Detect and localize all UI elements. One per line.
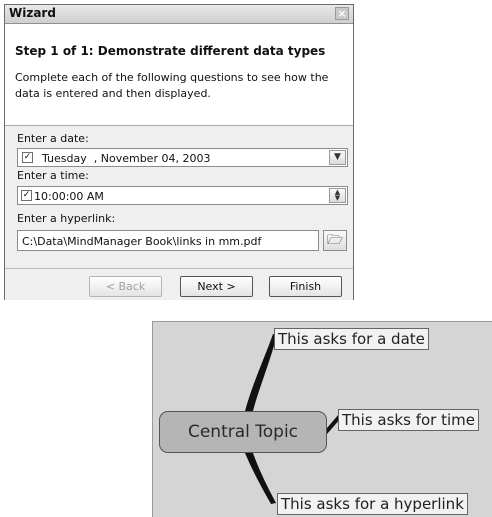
central-topic[interactable]: Central Topic bbox=[159, 411, 327, 453]
close-icon[interactable]: × bbox=[335, 7, 349, 20]
next-button[interactable]: Next > bbox=[180, 276, 253, 297]
subtopic-date[interactable]: This asks for a date bbox=[274, 328, 429, 350]
up-down-spinner-icon[interactable]: ▲ ▼ bbox=[329, 188, 346, 203]
subtopic-hyperlink[interactable]: This asks for a hyperlink bbox=[277, 493, 468, 515]
connector-date bbox=[245, 334, 277, 411]
time-label: Enter a time: bbox=[17, 169, 89, 182]
back-button[interactable]: < Back bbox=[89, 276, 162, 297]
hyperlink-input[interactable]: C:\Data\MindManager Book\links in mm.pdf bbox=[17, 230, 319, 251]
wizard-dialog: Wizard × Step 1 of 1: Demonstrate differ… bbox=[4, 4, 354, 300]
hyperlink-label: Enter a hyperlink: bbox=[17, 212, 116, 225]
time-checkbox[interactable]: ✓ bbox=[21, 190, 32, 201]
window-title: Wizard bbox=[9, 6, 56, 20]
open-folder-icon: 🗁 bbox=[326, 233, 344, 248]
checkmark-icon: ✓ bbox=[22, 190, 31, 200]
date-label: Enter a date: bbox=[17, 132, 89, 145]
date-value: Tuesday , November 04, 2003 bbox=[42, 152, 211, 165]
browse-button[interactable]: 🗁 bbox=[323, 230, 347, 251]
mindmap-canvas: Central Topic This asks for a date This … bbox=[152, 321, 492, 517]
title-bar: Wizard × bbox=[5, 5, 353, 24]
date-checkbox[interactable]: ✓ bbox=[22, 152, 33, 163]
date-picker[interactable]: ✓ Tuesday , November 04, 2003 ▼ bbox=[17, 148, 348, 167]
chevron-down-icon[interactable]: ▼ bbox=[329, 150, 346, 165]
subtopic-time[interactable]: This asks for time bbox=[338, 409, 479, 431]
step-description: Complete each of the following questions… bbox=[15, 71, 329, 100]
wizard-footer: < Back Next > Finish bbox=[5, 268, 353, 300]
wizard-header: Step 1 of 1: Demonstrate different data … bbox=[5, 24, 353, 126]
finish-button[interactable]: Finish bbox=[269, 276, 342, 297]
time-picker[interactable]: ✓ 10:00:00 AM ▲ ▼ bbox=[17, 186, 348, 205]
checkmark-icon: ✓ bbox=[23, 152, 32, 162]
step-title: Step 1 of 1: Demonstrate different data … bbox=[15, 44, 326, 58]
hyperlink-value: C:\Data\MindManager Book\links in mm.pdf bbox=[22, 235, 262, 248]
connector-hyperlink bbox=[245, 453, 276, 504]
time-value: 10:00:00 AM bbox=[34, 190, 104, 203]
